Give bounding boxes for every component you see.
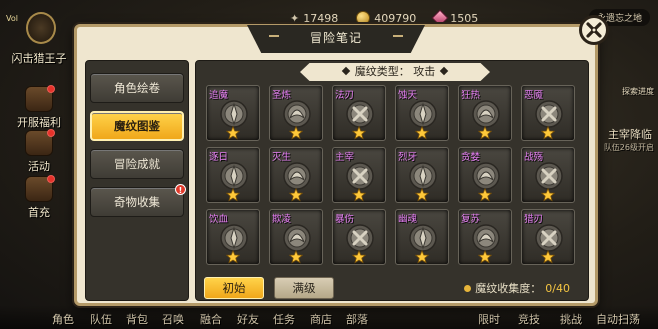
rune-cell[interactable]: 恶魇 [521, 85, 575, 141]
rune-cell[interactable]: 贪婪 [458, 147, 512, 203]
resource-feather: ✦ 17498 [290, 11, 339, 25]
nav-fusion[interactable]: 融合 [200, 311, 222, 327]
resource-gem[interactable]: 1505 [431, 9, 478, 27]
rune-type-banner: 魔纹类型： 攻击 [300, 63, 490, 81]
rune-cell[interactable]: 复苏 [458, 209, 512, 265]
star-icon [352, 126, 366, 140]
collection-label: 魔纹收集度： [475, 282, 542, 295]
explore-progress: 探索进度 [622, 87, 654, 96]
collection-value: 0/40 [545, 281, 570, 295]
nav-auto-sweep[interactable]: 自动扫荡 [596, 311, 640, 327]
nav-friends[interactable]: 好友 [237, 311, 259, 327]
diamond-icon [440, 66, 449, 76]
star-icon [289, 250, 303, 264]
rune-cell[interactable]: 灭生 [269, 147, 323, 203]
nav-task[interactable]: 任务 [273, 311, 295, 327]
star-icon [226, 250, 240, 264]
tab-character-scroll[interactable]: 角色绘卷 [90, 73, 184, 103]
rune-grid: 追魔 圣炼 法刃 蚀天 狂热 恶魇逐日 灭生 主宰 烈牙 贪婪 战殇饮血 欺凌 暴伤 幽魂 复苏 猎刃 [206, 85, 579, 269]
star-icon [352, 188, 366, 202]
tab-adventure-achievements[interactable]: 冒险成就 [90, 149, 184, 179]
boss-event-label[interactable]: 主宰降临 [608, 126, 652, 142]
calendar-icon [25, 129, 55, 156]
star-icon [541, 250, 555, 264]
bottom-nav: 角色 队伍 背包 召唤 融合 好友 任务 商店 部落 限时 竞技 挑战 自动扫荡 [0, 305, 658, 329]
close-button[interactable] [579, 15, 609, 45]
star-icon [352, 250, 366, 264]
resource-coin[interactable]: 409790 [356, 11, 416, 25]
rune-cell[interactable]: 欺凌 [269, 209, 323, 265]
star-icon [289, 188, 303, 202]
rune-cell[interactable]: 烈牙 [395, 147, 449, 203]
star-icon [541, 188, 555, 202]
nav-bag[interactable]: 背包 [126, 311, 148, 327]
rune-cell[interactable]: 暴伤 [332, 209, 386, 265]
adventure-notes-modal: 冒险笔记 角色绘卷 魔纹图鉴 冒险成就 奇物收集 ! 魔纹类型： 攻击 追魔 圣炼… [74, 15, 609, 306]
nav-tribe[interactable]: 部落 [346, 311, 368, 327]
player-level: Vol [6, 14, 18, 23]
star-icon [478, 126, 492, 140]
boss-event-note: 队伍26级开启 [603, 143, 654, 152]
star-icon [226, 188, 240, 202]
coin-icon [356, 11, 371, 25]
rune-cell[interactable]: 逐日 [206, 147, 260, 203]
star-icon [415, 250, 429, 264]
rune-cell[interactable]: 幽魂 [395, 209, 449, 265]
rune-cell[interactable]: 主宰 [332, 147, 386, 203]
tab-curio-collection[interactable]: 奇物收集 ! [90, 184, 186, 217]
initial-level-button[interactable]: 初始 [204, 277, 264, 299]
rune-cell[interactable]: 狂热 [458, 85, 512, 141]
player-name: 闪击猎王子 [11, 52, 67, 65]
star-icon [478, 188, 492, 202]
collection-progress: 魔纹收集度： 0/40 [464, 280, 570, 296]
menu-item-first-charge[interactable]: 首充 [0, 175, 78, 220]
rune-cell[interactable]: 饮血 [206, 209, 260, 265]
star-icon [289, 126, 303, 140]
nav-arena[interactable]: 竞技 [518, 311, 540, 327]
rune-cell[interactable]: 圣炼 [269, 85, 323, 141]
chest-icon [25, 175, 55, 202]
star-icon [415, 126, 429, 140]
nav-limited[interactable]: 限时 [478, 311, 500, 327]
star-icon [541, 126, 555, 140]
star-icon [478, 250, 492, 264]
max-level-button[interactable]: 满级 [274, 277, 334, 299]
rune-cell[interactable]: 蚀天 [395, 85, 449, 141]
menu-item-welfare[interactable]: 开服福利 [0, 85, 78, 130]
tab-curio-label: 奇物收集 [114, 195, 160, 209]
rune-cell[interactable]: 猎刃 [521, 209, 575, 265]
rune-cell[interactable]: 法刃 [332, 85, 386, 141]
nav-role[interactable]: 角色 [52, 311, 74, 327]
rune-cell[interactable]: 战殇 [521, 147, 575, 203]
player-avatar[interactable] [26, 12, 56, 44]
nav-team[interactable]: 队伍 [90, 311, 112, 327]
star-icon [226, 126, 240, 140]
gift-icon [25, 85, 55, 112]
diamond-icon [341, 66, 350, 76]
bullet-icon [464, 284, 472, 292]
notification-badge: ! [175, 184, 186, 195]
nav-summon[interactable]: 召唤 [162, 311, 184, 327]
feather-icon: ✦ [290, 11, 300, 25]
nav-shop[interactable]: 商店 [310, 311, 332, 327]
nav-challenge[interactable]: 挑战 [560, 311, 582, 327]
star-icon [415, 188, 429, 202]
left-menu: Vol 闪击猎王子 开服福利 活动 首充 [0, 0, 78, 329]
rune-codex-panel: 魔纹类型： 攻击 追魔 圣炼 法刃 蚀天 狂热 恶魇逐日 灭生 主宰 烈牙 贪婪 战殇饮血 欺凌 暴伤幽… [195, 60, 589, 301]
tab-rune-codex[interactable]: 魔纹图鉴 [90, 111, 184, 141]
modal-title: 冒险笔记 [247, 25, 425, 53]
rune-cell[interactable]: 追魔 [206, 85, 260, 141]
notes-sidebar: 角色绘卷 魔纹图鉴 冒险成就 奇物收集 ! [85, 60, 189, 301]
close-icon [586, 22, 602, 38]
menu-item-activity[interactable]: 活动 [0, 129, 78, 174]
